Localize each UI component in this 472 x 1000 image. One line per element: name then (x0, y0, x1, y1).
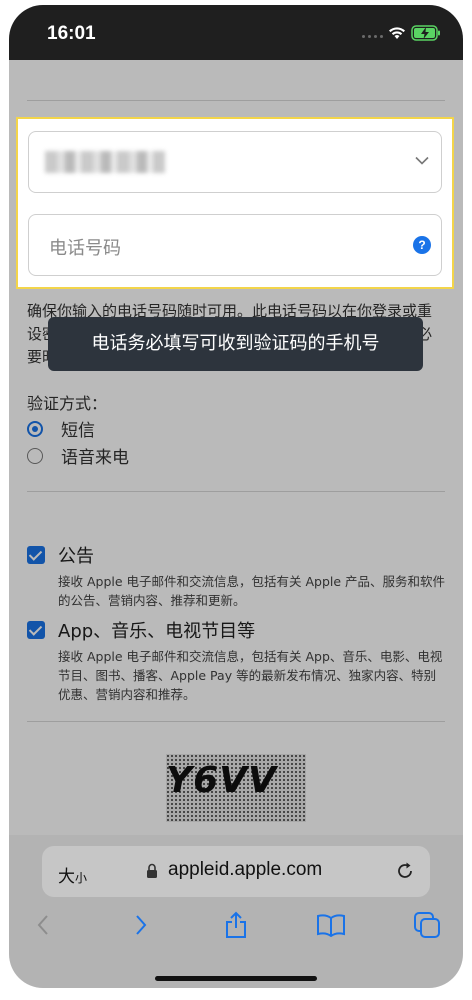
battery-charging-icon (411, 25, 440, 41)
tabs-icon (414, 912, 440, 938)
url-text: appleid.apple.com (168, 859, 323, 880)
home-indicator (155, 976, 317, 981)
phone-screen: 16:01 确保你输入的电话号码随时可用。此电话号码以在你登录或重设密码时验证你… (9, 5, 463, 988)
status-bar: 16:01 (9, 5, 463, 60)
navigation-bar (9, 907, 463, 947)
forward-button[interactable] (123, 907, 159, 943)
bookmarks-button[interactable] (313, 907, 349, 943)
chevron-down-icon (415, 156, 429, 165)
lock-icon (147, 863, 157, 878)
country-code-value-blurred (45, 151, 165, 173)
book-icon (317, 914, 345, 937)
address-bar[interactable]: 大小 appleid.apple.com (42, 846, 430, 897)
country-code-select[interactable] (28, 131, 442, 193)
wifi-icon (389, 27, 405, 39)
cellular-signal-icon (362, 35, 383, 38)
share-button[interactable] (218, 907, 254, 943)
chevron-left-icon (37, 915, 48, 935)
chevron-right-icon (136, 915, 147, 935)
help-icon[interactable]: ? (413, 236, 431, 254)
phone-placeholder: 电话号码 (49, 238, 121, 259)
reload-icon[interactable] (394, 860, 416, 882)
browser-toolbar: 大小 appleid.apple.com (9, 835, 463, 988)
share-icon (226, 911, 246, 938)
text-size-button[interactable]: 大小 (58, 862, 87, 887)
tabs-button[interactable] (409, 907, 445, 943)
phone-input-highlight: 电话号码 ? (16, 117, 454, 289)
tooltip: 电话务必填写可收到验证码的手机号 (48, 317, 423, 371)
status-time: 16:01 (47, 23, 96, 44)
phone-number-input[interactable]: 电话号码 ? (28, 214, 442, 276)
back-button[interactable] (25, 907, 61, 943)
